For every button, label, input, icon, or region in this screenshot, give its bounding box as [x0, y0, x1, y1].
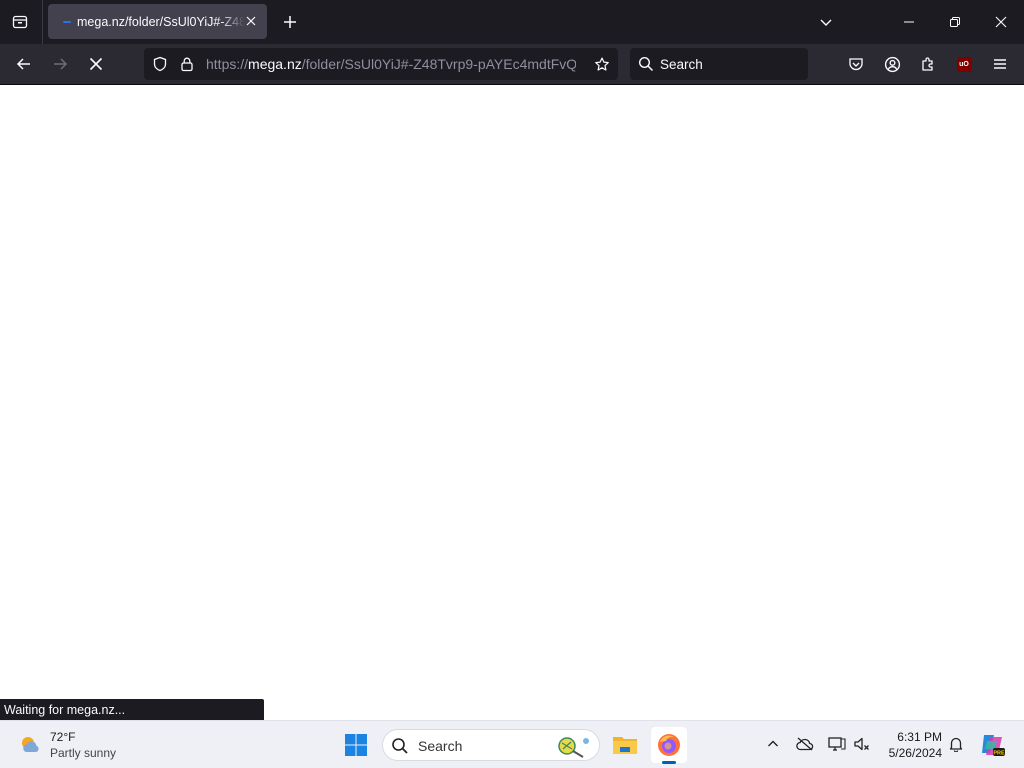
windows-logo-icon [345, 734, 367, 756]
svg-text:PRE: PRE [993, 751, 1005, 757]
clock-time: 6:31 PM [897, 730, 942, 744]
pocket-button[interactable] [842, 50, 870, 78]
address-bar[interactable]: https://mega.nz/folder/SsUl0YiJ#-Z48Tvrp… [144, 48, 618, 80]
loading-favicon-icon [63, 20, 71, 23]
ublock-origin-icon: uO [956, 56, 972, 72]
folder-icon [613, 737, 637, 754]
url-scheme: https:// [206, 56, 249, 72]
list-all-tabs-button[interactable] [0, 0, 40, 44]
tabs-dropdown-button[interactable] [814, 10, 838, 34]
hamburger-menu-icon [994, 59, 1006, 69]
firefox-icon [658, 734, 680, 756]
minimize-icon [904, 21, 914, 23]
taskbar: 72°F Partly sunny Search 6:31 PM 5/26/20… [0, 720, 1024, 768]
tab-strip: mega.nz/folder/SsUl0YiJ#-Z48Tvrp9-pAYEc4… [0, 0, 1024, 44]
taskbar-search-placeholder: Search [418, 738, 463, 754]
notifications-button[interactable] [945, 733, 967, 755]
stop-loading-button[interactable] [81, 50, 111, 78]
weather-widget[interactable]: 72°F Partly sunny [16, 727, 136, 763]
clock-date: 5/26/2024 [888, 746, 942, 760]
speaker-muted-icon [854, 737, 869, 751]
url-path: /folder/SsUl0YiJ#-Z48Tvrp9-pAYEc4mdtFvQ [301, 56, 576, 72]
tab-list-icon [12, 15, 28, 29]
search-bar[interactable]: Search [630, 48, 808, 80]
tracking-protection-icon[interactable] [152, 56, 168, 72]
bookmark-star-icon[interactable] [594, 56, 610, 72]
partly-sunny-icon [22, 737, 39, 752]
bell-icon [949, 737, 963, 752]
back-button[interactable] [9, 50, 39, 78]
minimize-button[interactable] [886, 0, 932, 44]
search-icon [392, 738, 408, 754]
app-menu-button[interactable] [986, 50, 1014, 78]
pocket-icon [849, 58, 863, 71]
search-highlight-icon [558, 737, 589, 758]
new-tab-button[interactable] [278, 10, 302, 34]
ublock-origin-button[interactable]: uO [950, 50, 978, 78]
network-button[interactable] [826, 733, 848, 755]
tab-mega[interactable]: mega.nz/folder/SsUl0YiJ#-Z48Tvrp9-pAYEc4… [48, 4, 267, 39]
file-explorer-button[interactable] [607, 727, 643, 763]
url-text[interactable]: https://mega.nz/folder/SsUl0YiJ#-Z48Tvrp… [206, 56, 576, 72]
forward-button[interactable] [45, 50, 75, 78]
lock-icon[interactable] [179, 56, 195, 72]
network-monitor-icon [828, 737, 846, 751]
search-placeholder: Search [660, 57, 703, 72]
extensions-button[interactable] [914, 50, 942, 78]
puzzle-icon [922, 57, 933, 71]
firefox-taskbar-button[interactable] [651, 727, 687, 764]
taskbar-search-box[interactable]: Search [382, 729, 600, 761]
volume-button[interactable] [851, 733, 873, 755]
copilot-icon[interactable]: PRE [978, 731, 1006, 759]
account-icon [884, 56, 900, 72]
weather-temperature: 72°F [50, 730, 76, 744]
account-button[interactable] [878, 50, 906, 78]
close-icon [995, 16, 1007, 28]
search-icon [638, 56, 654, 72]
start-button[interactable] [341, 731, 371, 759]
close-window-button[interactable] [978, 0, 1024, 44]
plus-icon [284, 16, 296, 28]
onedrive-button[interactable] [794, 733, 816, 755]
weather-condition: Partly sunny [50, 746, 117, 760]
arrow-right-icon [54, 58, 68, 70]
cloud-offline-icon [796, 737, 814, 751]
arrow-left-icon [16, 58, 30, 70]
restore-button[interactable] [932, 0, 978, 44]
tab-title: mega.nz/folder/SsUl0YiJ#-Z48Tvrp9-pAYEc4… [77, 14, 245, 29]
show-hidden-icons-button[interactable] [762, 733, 784, 755]
page-content [0, 85, 1024, 720]
chevron-down-icon [820, 19, 832, 26]
restore-icon [950, 17, 960, 27]
url-host: mega.nz [248, 56, 302, 72]
stop-icon [89, 57, 103, 71]
active-app-indicator [662, 761, 676, 764]
system-clock[interactable]: 6:31 PM 5/26/2024 [880, 729, 942, 761]
close-icon [246, 16, 256, 26]
status-panel: Waiting for mega.nz... [0, 699, 264, 720]
tab-close-button[interactable] [243, 13, 259, 29]
tab-strip-divider [42, 0, 43, 44]
chevron-up-icon [768, 740, 778, 747]
navigation-toolbar: https://mega.nz/folder/SsUl0YiJ#-Z48Tvrp… [0, 44, 1024, 85]
